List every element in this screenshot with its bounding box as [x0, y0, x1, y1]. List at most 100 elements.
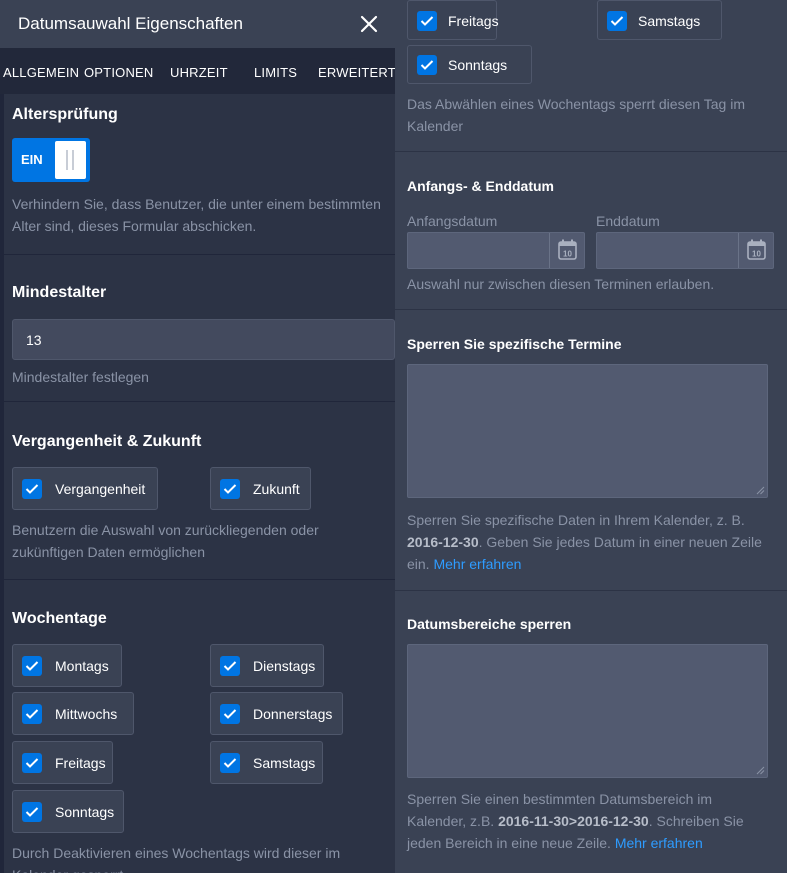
example-date: 2016-12-30 — [407, 534, 479, 550]
tab-uhrzeit[interactable]: UHRZEIT — [170, 65, 228, 80]
block-ranges-textarea[interactable] — [407, 644, 768, 778]
help-text: ein. — [407, 556, 434, 572]
start-date-label: Anfangsdatum — [407, 213, 498, 229]
past-future-help: Benutzern die Auswahl von zurückliegende… — [12, 519, 319, 563]
check-icon — [607, 11, 627, 31]
divider — [4, 401, 395, 402]
help-line: 2016-12-30. Geben Sie jedes Datum in ein… — [407, 531, 762, 553]
help-line: Benutzern die Auswahl von zurückliegende… — [12, 522, 319, 538]
resize-grip-icon[interactable] — [756, 486, 765, 495]
checkbox-vergangenheit[interactable]: Vergangenheit — [12, 467, 158, 510]
checkbox-label: Freitags — [55, 755, 106, 771]
checkbox-sonntags-right[interactable]: Sonntags — [407, 45, 532, 84]
date-range-help: Auswahl nur zwischen diesen Terminen erl… — [407, 276, 715, 292]
min-age-help: Mindestalter festlegen — [12, 369, 149, 385]
help-line: Kalender — [407, 118, 464, 134]
close-icon[interactable] — [358, 13, 380, 35]
example-range: 2016-11-30>2016-12-30 — [498, 813, 649, 829]
left-edge — [0, 94, 4, 873]
end-date-input[interactable]: 10 — [596, 232, 774, 269]
checkbox-label: Mittwochs — [55, 706, 118, 722]
calendar-icon[interactable]: 10 — [738, 233, 773, 268]
checkbox-montags[interactable]: Montags — [12, 644, 122, 687]
help-line: Alter sind, dieses Formular abschicken. — [12, 218, 257, 234]
checkbox-label: Sonntags — [55, 804, 115, 820]
help-line: Das Abwählen eines Wochentags sperrt die… — [407, 96, 746, 112]
divider — [395, 590, 787, 591]
learn-more-link[interactable]: Mehr erfahren — [433, 556, 521, 572]
age-check-toggle[interactable]: EIN — [12, 138, 90, 182]
date-range-heading: Anfangs- & Enddatum — [407, 178, 554, 194]
checkbox-samstags[interactable]: Samstags — [210, 741, 323, 784]
help-text: . Schreiben Sie — [648, 813, 744, 829]
age-check-help: Verhindern Sie, dass Benutzer, die unter… — [12, 193, 381, 237]
checkbox-label: Montags — [55, 658, 109, 674]
checkbox-freitags[interactable]: Freitags — [12, 741, 113, 784]
check-icon — [220, 656, 240, 676]
check-icon — [22, 704, 42, 724]
end-date-label: Enddatum — [596, 213, 660, 229]
check-icon — [22, 802, 42, 822]
calendar-icon[interactable]: 10 — [549, 233, 584, 268]
checkbox-samstags-right[interactable]: Samstags — [597, 0, 722, 40]
tab-optionen[interactable]: OPTIONEN — [84, 65, 154, 80]
past-future-heading: Vergangenheit & Zukunft — [12, 433, 202, 450]
help-line: ein. Mehr erfahren — [407, 553, 762, 575]
help-text: . Geben Sie jedes Datum in einer neuen Z… — [478, 534, 762, 550]
weekdays-right-help: Das Abwählen eines Wochentags sperrt die… — [407, 93, 745, 137]
learn-more-link[interactable]: Mehr erfahren — [615, 835, 703, 851]
help-line: Durch Deaktivieren eines Wochentags wird… — [12, 845, 341, 861]
check-icon — [22, 753, 42, 773]
divider — [4, 254, 395, 255]
divider — [395, 309, 787, 310]
checkbox-label: Donnerstags — [253, 706, 333, 722]
divider — [4, 579, 395, 580]
block-dates-textarea[interactable] — [407, 364, 768, 498]
divider — [395, 151, 787, 152]
check-icon — [417, 55, 437, 75]
min-age-input[interactable]: 13 — [12, 319, 395, 360]
tab-erweitert[interactable]: ERWEITERT — [318, 65, 395, 80]
limits-panel: Freitags Samstags Sonntags Das Abwählen … — [395, 0, 787, 873]
toggle-label: EIN — [21, 152, 43, 167]
help-line: Verhindern Sie, dass Benutzer, die unter… — [12, 196, 381, 212]
checkbox-dienstags[interactable]: Dienstags — [210, 644, 324, 687]
checkbox-label: Freitags — [448, 13, 499, 29]
check-icon — [22, 479, 42, 499]
help-line: zukünftigen Daten ermöglichen — [12, 544, 206, 560]
weekdays-heading: Wochentage — [12, 610, 107, 627]
check-icon — [220, 753, 240, 773]
checkbox-label: Samstags — [253, 755, 316, 771]
tab-limits[interactable]: LIMITS — [254, 65, 297, 80]
check-icon — [220, 704, 240, 724]
help-text: Kalender, z.B. — [407, 813, 499, 829]
tab-bar: ALLGEMEIN OPTIONEN UHRZEIT LIMITS ERWEIT… — [0, 48, 395, 94]
checkbox-sonntags[interactable]: Sonntags — [12, 790, 124, 833]
check-icon — [22, 656, 42, 676]
resize-grip-icon[interactable] — [756, 766, 765, 775]
check-icon — [220, 479, 240, 499]
checkbox-zukunft[interactable]: Zukunft — [210, 467, 311, 510]
checkbox-label: Samstags — [638, 13, 701, 29]
block-dates-help: Sperren Sie spezifische Daten in Ihrem K… — [407, 509, 762, 575]
start-date-input[interactable]: 10 — [407, 232, 585, 269]
help-line: Sperren Sie spezifische Daten in Ihrem K… — [407, 512, 745, 528]
checkbox-label: Zukunft — [253, 481, 300, 497]
check-icon — [417, 11, 437, 31]
checkbox-label: Vergangenheit — [55, 481, 146, 497]
svg-text:10: 10 — [752, 250, 761, 259]
checkbox-freitags-right[interactable]: Freitags — [407, 0, 499, 40]
block-ranges-help: Sperren Sie einen bestimmten Datumsberei… — [407, 788, 744, 854]
block-ranges-heading: Datumsbereiche sperren — [407, 616, 572, 632]
checkbox-mittwochs[interactable]: Mittwochs — [12, 692, 134, 735]
panel-header: Datumsauwahl Eigenschaften — [0, 0, 395, 48]
age-check-heading: Altersprüfung — [12, 106, 118, 123]
checkbox-label: Sonntags — [448, 57, 508, 73]
block-dates-heading: Sperren Sie spezifische Termine — [407, 336, 622, 352]
help-line: Kalender gesperrt. — [12, 864, 340, 873]
properties-panel: Datumsauwahl Eigenschaften ALLGEMEIN OPT… — [0, 0, 395, 873]
tab-allgemein[interactable]: ALLGEMEIN — [3, 65, 79, 80]
help-text: jeden Bereich in eine neue Zeile. — [407, 835, 615, 851]
checkbox-donnerstags[interactable]: Donnerstags — [210, 692, 343, 735]
min-age-value: 13 — [26, 332, 42, 348]
